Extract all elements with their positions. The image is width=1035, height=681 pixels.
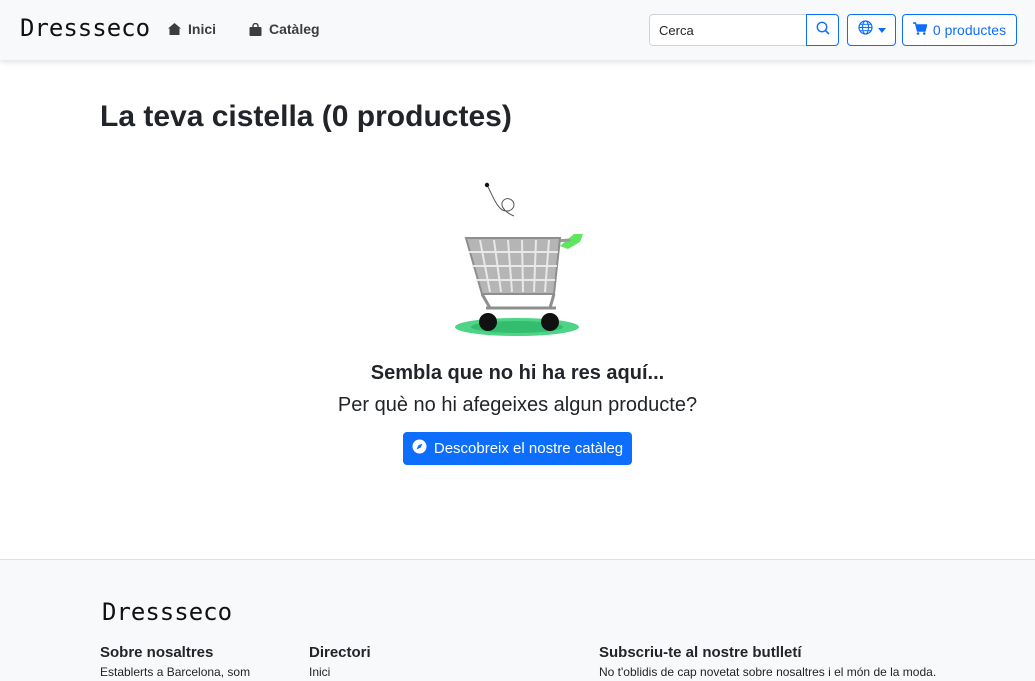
- cart-icon: [912, 22, 928, 38]
- search-icon: [816, 21, 830, 40]
- footer-newsletter-title: Subscriu-te al nostre butlletí: [599, 644, 802, 661]
- discover-catalog-label: Descobreix el nostre catàleg: [433, 440, 624, 457]
- home-icon: [168, 23, 181, 35]
- search-form: [649, 14, 839, 46]
- search-button[interactable]: [806, 14, 839, 46]
- page-title: La teva cistella (0 productes): [100, 100, 512, 133]
- globe-icon: [857, 20, 873, 40]
- empty-cart-title: Sembla que no hi ha res aquí...: [370, 362, 665, 384]
- footer-about-title: Sobre nosaltres: [100, 644, 214, 661]
- chevron-down-icon: [877, 27, 886, 33]
- footer: Dressseco Sobre nosaltres Establerts a B…: [0, 559, 1035, 681]
- nav-link-catalog[interactable]: Catàleg: [249, 21, 320, 37]
- empty-cart-subtitle: Per què no hi afegeixes algun producte?: [337, 394, 698, 416]
- footer-about-text: Establerts a Barcelona, som: [100, 665, 251, 679]
- footer-directory-title: Directori: [309, 644, 371, 661]
- cart-button[interactable]: 0 productes: [902, 14, 1017, 46]
- search-input[interactable]: [649, 14, 807, 46]
- nav-link-label: Catàleg: [269, 21, 320, 37]
- footer-newsletter-text: No t'oblidis de cap novetat sobre nosalt…: [599, 665, 937, 679]
- footer-directory-link-home[interactable]: Inici: [309, 665, 330, 679]
- navbar: Dressseco Inici Catàleg 0 productes: [0, 0, 1035, 60]
- cart-count-label: 0 productes: [932, 22, 1007, 38]
- nav-link-label: Inici: [188, 21, 217, 37]
- language-dropdown-button[interactable]: [847, 14, 896, 46]
- discover-catalog-button[interactable]: Descobreix el nostre catàleg: [403, 432, 632, 465]
- footer-brand-logo[interactable]: Dressseco: [102, 598, 232, 626]
- empty-cart-illustration: [452, 176, 586, 345]
- shopping-bag-icon: [249, 22, 262, 36]
- brand-logo[interactable]: Dressseco: [20, 14, 150, 42]
- nav-link-home[interactable]: Inici: [168, 21, 216, 37]
- compass-icon: [412, 439, 427, 458]
